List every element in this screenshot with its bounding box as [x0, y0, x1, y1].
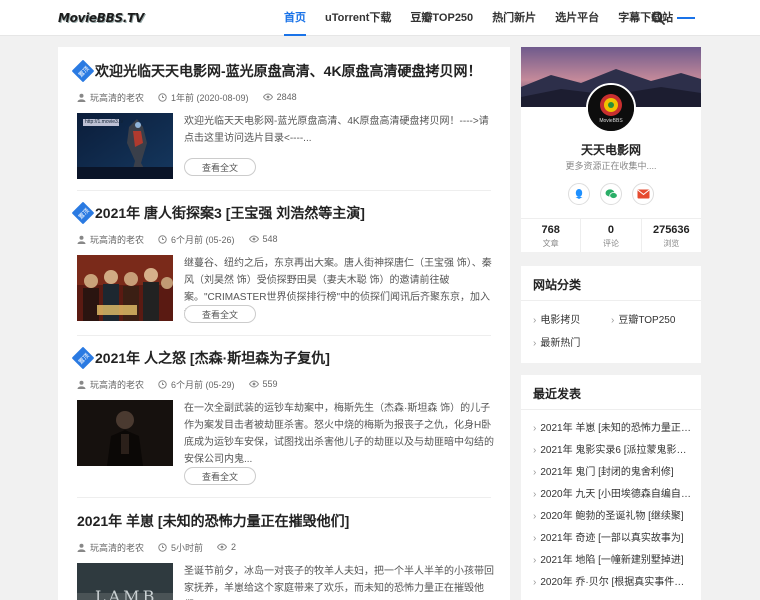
- recent-post-link[interactable]: 2020年 乔·贝尔 [根据真实事件改编]: [533, 573, 693, 588]
- thumbnail-title-text: LAMB: [95, 587, 158, 600]
- post-time: 1年前 (2020-08-09): [171, 92, 249, 103]
- post-divider: [77, 190, 491, 191]
- sticky-badge: 置顶: [71, 201, 95, 225]
- nav-utorrent[interactable]: uTorrent下载: [325, 0, 391, 36]
- post-excerpt: 在一次全副武装的运钞车劫案中，梅斯先生（杰森·斯坦森 饰）的儿子作为案发目击者被…: [184, 403, 494, 465]
- post-thumbnail[interactable]: LAMB: [77, 563, 173, 600]
- widget-title: 网站分类: [533, 278, 582, 292]
- recent-post-link[interactable]: 2021年 鬼门 [封闭的鬼舍利修]: [533, 463, 693, 478]
- post-excerpt: 欢迎光临天天电影网-蓝光原盘高清、4K原盘高清硬盘拷贝网！---->请点击这里访…: [184, 116, 489, 144]
- post-time: 6个月前 (05-26): [171, 234, 235, 245]
- avatar-text: MovieBBS: [599, 118, 623, 124]
- user-icon: [77, 93, 86, 102]
- read-more-button[interactable]: 查看全文: [184, 305, 256, 323]
- post-title[interactable]: 欢迎光临天天电影网-蓝光原盘高清、4K原盘高清硬盘拷贝网！: [95, 61, 482, 81]
- post-meta: 玩高清的老农 1年前 (2020-08-09) 2848: [77, 90, 311, 104]
- post-title[interactable]: 2021年 人之怒 [杰森·斯坦森为子复仇]: [95, 348, 330, 368]
- read-more-button[interactable]: 查看全文: [184, 158, 256, 176]
- widget-divider: [521, 300, 701, 301]
- eye-icon: [248, 380, 259, 388]
- clock-icon: [158, 92, 167, 102]
- widget-divider: [521, 409, 701, 410]
- user-icon: [77, 235, 86, 244]
- post-meta: 玩高清的老农 6个月前 (05-26) 548: [77, 232, 292, 246]
- site-stats: 768 文章 0 评论 275636 浏览: [521, 218, 701, 252]
- recent-post-link[interactable]: 2021年 羊崽 [未知的恐怖力量正在摧毁他们]: [533, 419, 693, 434]
- post-views: 2848: [276, 92, 297, 102]
- qq-icon: [575, 189, 583, 199]
- stat-views: 275636 浏览: [652, 224, 690, 248]
- post-divider: [77, 335, 491, 336]
- site-name: 天天电影网: [580, 143, 641, 157]
- thumbnail-url-text: http://1.movie3.tv: [85, 119, 124, 125]
- post-thumbnail[interactable]: [77, 400, 173, 466]
- post-views: 559: [262, 379, 278, 389]
- eye-icon: [217, 543, 228, 551]
- menu-icon[interactable]: [677, 17, 695, 19]
- post-thumbnail[interactable]: http://1.movie3.tv: [77, 113, 173, 179]
- sticky-badge: 置顶: [71, 346, 95, 370]
- stat-comments: 0 评论: [581, 219, 642, 252]
- post-divider: [77, 497, 491, 498]
- post-author[interactable]: 玩高清的老农: [90, 91, 144, 104]
- categories-widget: 网站分类 电影拷贝 豆瓣TOP250 最新热门: [521, 266, 701, 363]
- stat-posts: 768 文章: [521, 219, 582, 252]
- post-author[interactable]: 玩高清的老农: [90, 233, 144, 246]
- post-time: 6个月前 (05-29): [171, 379, 235, 390]
- nav-platform[interactable]: 选片平台: [555, 0, 599, 36]
- qq-button[interactable]: [568, 183, 590, 205]
- nav-hot-new[interactable]: 热门新片: [492, 0, 536, 36]
- clock-icon: [158, 234, 167, 244]
- category-link[interactable]: 豆瓣TOP250: [611, 311, 675, 326]
- recent-post-link[interactable]: 2020年 九天 [小田埃德森自编自导]: [533, 485, 693, 500]
- post-time: 5小时前: [171, 542, 204, 553]
- email-icon: [636, 189, 650, 199]
- site-description: 更多资源正在收集中....: [565, 161, 657, 171]
- post-excerpt: 圣诞节前夕，冰岛一对丧子的牧羊人夫妇，把一个半人半羊的小孩带回家抚养，羊崽给这个…: [184, 566, 494, 594]
- avatar[interactable]: MovieBBS: [586, 83, 636, 133]
- site-logo[interactable]: MovieBBS.TV: [58, 9, 144, 27]
- email-button[interactable]: [632, 183, 654, 205]
- clock-icon: [158, 379, 167, 389]
- widget-title: 最近发表: [533, 387, 582, 401]
- nav-home[interactable]: 首页: [284, 0, 306, 36]
- sticky-badge: 置顶: [71, 59, 95, 83]
- category-link[interactable]: 最新热门: [533, 334, 580, 349]
- recent-post-link[interactable]: 2021年 地陷 [一幢新建别墅掉进]: [533, 551, 693, 566]
- post-list: 置顶 欢迎光临天天电影网-蓝光原盘高清、4K原盘高清硬盘拷贝网！ 玩高清的老农 …: [58, 47, 510, 600]
- nav-douban-top250[interactable]: 豆瓣TOP250: [410, 0, 473, 36]
- user-icon: [77, 543, 86, 552]
- recent-posts-widget: 最近发表 2021年 羊崽 [未知的恐怖力量正在摧毁他们] 2021年 鬼影实录…: [521, 375, 701, 600]
- post-meta: 玩高清的老农 6个月前 (05-29) 559: [77, 377, 292, 391]
- wechat-button[interactable]: [600, 183, 622, 205]
- user-icon: [77, 380, 86, 389]
- wechat-icon: [605, 189, 618, 199]
- eye-icon: [248, 235, 259, 243]
- post-title[interactable]: 2021年 唐人街探案3 [王宝强 刘浩然等主演]: [95, 203, 365, 223]
- post-title[interactable]: 2021年 羊崽 [未知的恐怖力量正在摧毁他们]: [77, 511, 349, 531]
- post-author[interactable]: 玩高清的老农: [90, 378, 144, 391]
- read-more-button[interactable]: 查看全文: [184, 467, 256, 485]
- post-views: 548: [262, 234, 278, 244]
- recent-post-link[interactable]: 2021年 鬼影实录6 [派拉蒙鬼影实录系列]: [533, 441, 693, 456]
- search-icon[interactable]: [651, 11, 665, 25]
- post-views: 2: [231, 542, 237, 552]
- profile-card: MovieBBS 天天电影网 更多资源正在收集中.... 768 文章 0 评论 2…: [521, 47, 701, 252]
- category-link[interactable]: 电影拷贝: [533, 311, 580, 326]
- main-nav: 首页 uTorrent下载 豆瓣TOP250 热门新片 选片平台 字幕下载站: [284, 0, 692, 36]
- recent-post-link[interactable]: 2021年 奇迹 [一部以真实故事为]: [533, 529, 693, 544]
- post-meta: 玩高清的老农 5小时前 2: [77, 540, 250, 554]
- eye-icon: [262, 93, 273, 101]
- top-header: MovieBBS.TV 首页 uTorrent下载 豆瓣TOP250 热门新片 …: [0, 0, 760, 36]
- clock-icon: [158, 542, 167, 552]
- post-author[interactable]: 玩高清的老农: [90, 541, 144, 554]
- post-thumbnail[interactable]: [77, 255, 173, 321]
- recent-post-link[interactable]: 2020年 鲍勃的圣诞礼物 [继续聚]: [533, 507, 693, 522]
